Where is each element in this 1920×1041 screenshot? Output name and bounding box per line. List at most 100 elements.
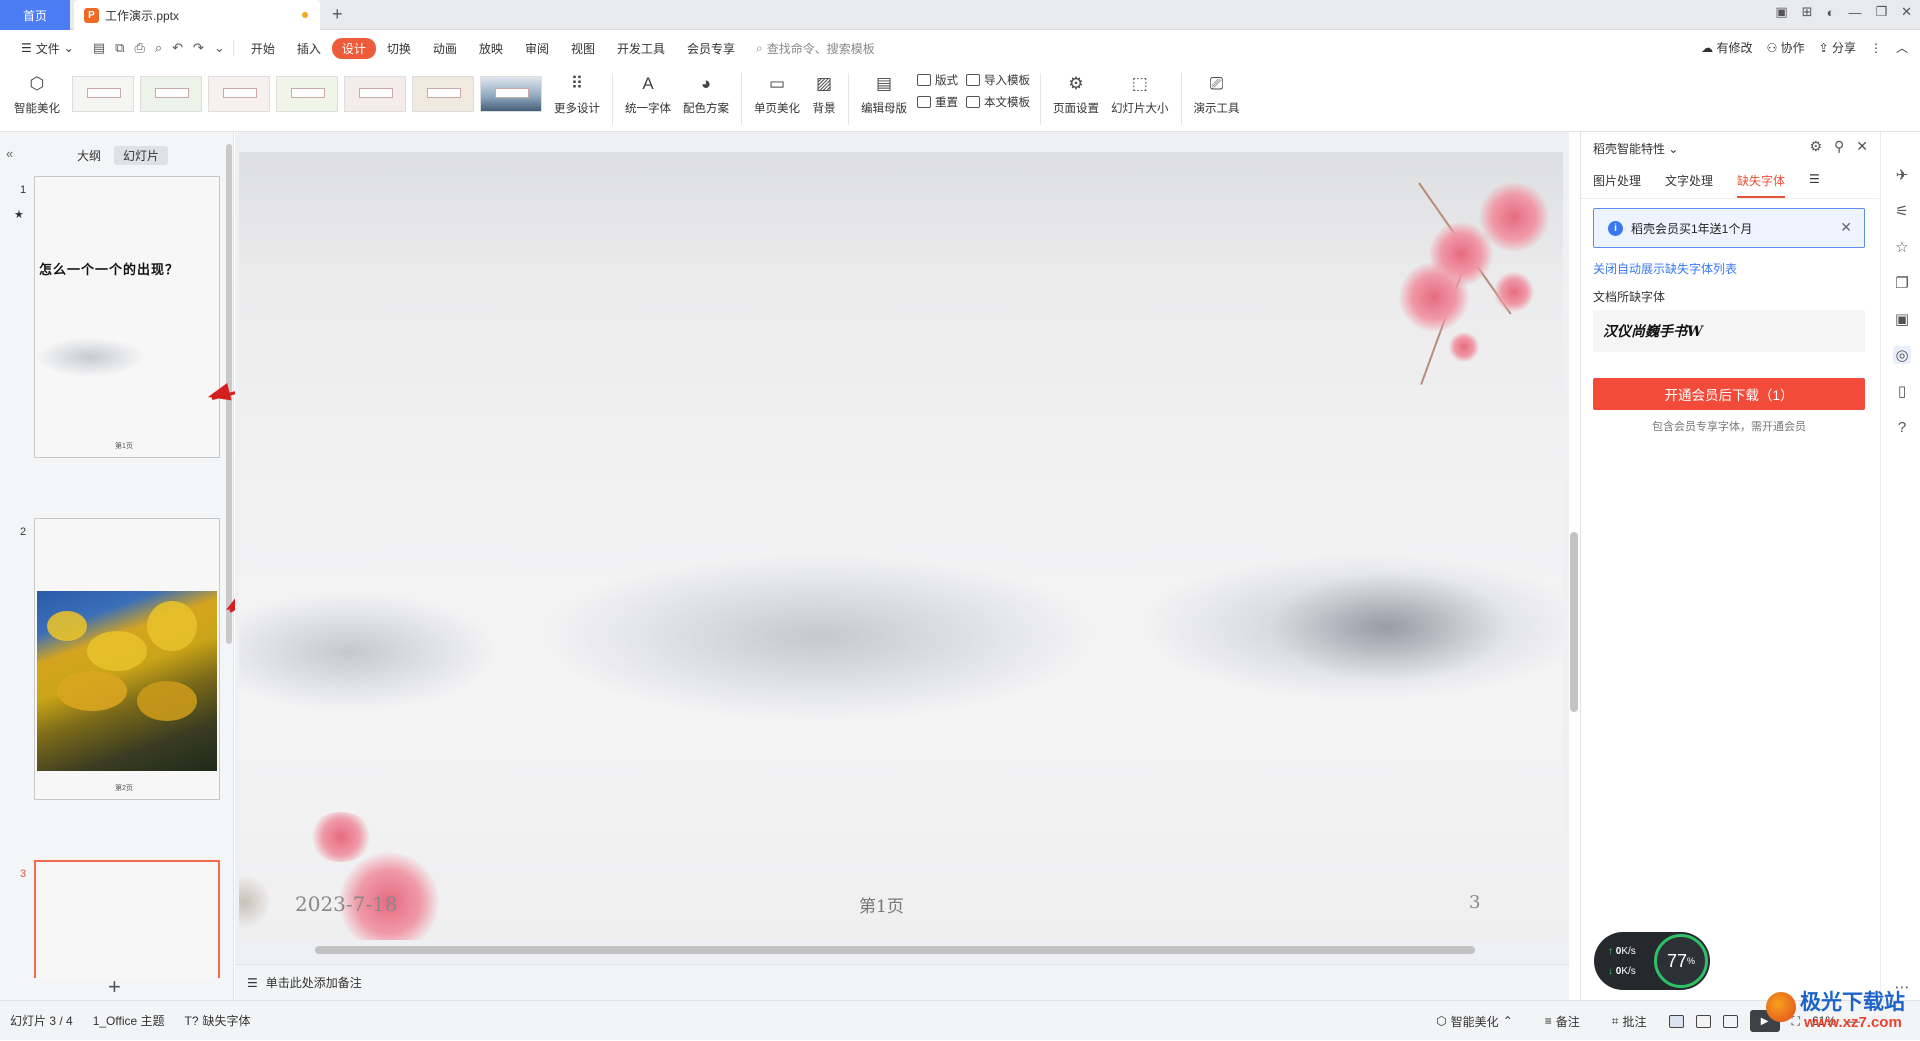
preview-icon[interactable]: ⌕ <box>155 40 162 56</box>
smart-features-icon[interactable]: ◎ <box>1893 346 1911 364</box>
rocket-icon[interactable]: ✈ <box>1893 166 1911 184</box>
slide-page-label[interactable]: 第1页 <box>859 892 904 917</box>
add-slide-button[interactable]: + <box>108 974 121 1000</box>
command-search[interactable]: ⌕ 查找命令、搜索模板 <box>756 40 875 57</box>
notes-area[interactable]: ☰ 单击此处添加备注 <box>235 964 1569 1000</box>
single-page-beautify-button[interactable]: ▭ 单页美化 <box>748 66 806 116</box>
slide-date[interactable]: 2023-7-18 <box>295 892 398 916</box>
collaborate-button[interactable]: ⚇ 协作 <box>1766 39 1804 56</box>
print-icon[interactable]: ⎙ <box>134 40 144 56</box>
more-icon[interactable]: ⌄ <box>214 40 225 56</box>
pin-icon[interactable]: ⚲ <box>1834 138 1844 155</box>
image-icon[interactable]: ▣ <box>1893 310 1911 328</box>
menu-insert[interactable]: 插入 <box>286 40 332 57</box>
settings-icon[interactable]: ⚙ <box>1809 138 1822 155</box>
help-icon[interactable]: ? <box>1893 418 1911 436</box>
smart-beautify-status[interactable]: ⬡ 智能美化 ⌃ <box>1426 1013 1523 1030</box>
tab-image-processing[interactable]: 图片处理 <box>1593 172 1641 198</box>
menu-icon[interactable]: ☰ <box>1809 172 1820 198</box>
save-icon[interactable]: ▤ <box>93 40 105 56</box>
edit-master-button[interactable]: ▤ 编辑母版 <box>855 66 913 116</box>
menu-start[interactable]: 开始 <box>240 40 286 57</box>
tab-text-processing[interactable]: 文字处理 <box>1665 172 1713 198</box>
background-button[interactable]: ▨ 背景 <box>806 66 842 116</box>
tab-missing-fonts[interactable]: 缺失字体 <box>1737 172 1786 198</box>
apps-grid-icon[interactable]: ⊞ <box>1802 4 1813 20</box>
text-template-button[interactable]: 本文模板 <box>966 94 1030 110</box>
menu-transition[interactable]: 切换 <box>376 40 422 57</box>
export-icon[interactable]: ⧉ <box>115 40 124 56</box>
slide-thumbnail-3[interactable] <box>34 860 220 978</box>
template-thumb[interactable] <box>480 76 542 112</box>
menu-review[interactable]: 审阅 <box>514 40 560 57</box>
more-design-button[interactable]: ⠿ 更多设计 <box>548 66 606 116</box>
template-thumb[interactable] <box>140 76 202 112</box>
memory-gauge[interactable]: 77% <box>1654 934 1708 988</box>
reading-view-icon[interactable] <box>1722 1014 1738 1028</box>
menu-slideshow[interactable]: 放映 <box>468 40 514 57</box>
page-setup-button[interactable]: ⚙ 页面设置 <box>1047 66 1105 116</box>
tab-outline[interactable]: 大纲 <box>68 146 110 165</box>
close-window-icon[interactable]: ✕ <box>1901 4 1912 20</box>
template-thumb[interactable] <box>344 76 406 112</box>
presentation-tools-button[interactable]: ⎚ 演示工具 <box>1188 66 1246 116</box>
tab-document[interactable]: P 工作演示.pptx <box>74 0 320 30</box>
download-after-membership-button[interactable]: 开通会员后下载（1） <box>1593 378 1865 410</box>
modified-button[interactable]: ☁ 有修改 <box>1701 39 1752 56</box>
slide-number-field[interactable]: 3 <box>1469 892 1480 913</box>
close-banner-icon[interactable]: ✕ <box>1840 219 1852 236</box>
template-thumb[interactable] <box>412 76 474 112</box>
missing-font-status[interactable]: T? 缺失字体 <box>175 1012 261 1029</box>
redo-icon[interactable]: ↷ <box>193 40 204 56</box>
new-tab-button[interactable]: + <box>332 4 343 25</box>
promo-banner[interactable]: i 稻壳会员买1年送1个月 ✕ <box>1593 208 1865 248</box>
tab-home[interactable]: 首页 <box>0 0 70 30</box>
tab-slides[interactable]: 幻灯片 <box>114 146 169 165</box>
vertical-scroll-thumb[interactable] <box>1570 532 1578 712</box>
theme-name[interactable]: 1_Office 主题 <box>83 1012 175 1029</box>
copy-icon[interactable]: ❐ <box>1893 274 1911 292</box>
menu-animation[interactable]: 动画 <box>422 40 468 57</box>
template-thumb[interactable] <box>208 76 270 112</box>
menu-design[interactable]: 设计 <box>331 37 376 59</box>
panel-title[interactable]: 稻壳智能特性 ⌄ <box>1593 140 1678 157</box>
collapse-ribbon-icon[interactable]: ︿ <box>1896 39 1908 56</box>
template-thumb[interactable] <box>276 76 338 112</box>
import-template-button[interactable]: 导入模板 <box>966 72 1030 88</box>
menu-developer[interactable]: 开发工具 <box>606 40 676 57</box>
missing-font-item[interactable]: 汉仪尚巍手书W <box>1593 310 1865 352</box>
restore-icon[interactable]: ❐ <box>1875 4 1887 20</box>
unify-font-button[interactable]: A 统一字体 <box>619 66 677 116</box>
share-button[interactable]: ⇪ 分享 <box>1819 39 1856 56</box>
menu-view[interactable]: 视图 <box>560 40 606 57</box>
horizontal-scroll-thumb[interactable] <box>315 946 1475 954</box>
smart-beautify-button[interactable]: ⬡ 智能美化 <box>8 66 66 116</box>
template-thumb[interactable] <box>72 76 134 112</box>
slide-thumbnail-2[interactable]: 第2页 <box>34 518 220 800</box>
vertical-scrollbar[interactable] <box>1569 132 1579 964</box>
notes-toggle[interactable]: ≡ 备注 <box>1535 1013 1590 1030</box>
star-pin-icon[interactable]: ☆ <box>1893 238 1911 256</box>
color-scheme-button[interactable]: ◕ 配色方案 <box>677 66 735 116</box>
layout-icon[interactable]: ▣ <box>1775 4 1787 20</box>
slide-size-button[interactable]: ⬚ 幻灯片大小 <box>1105 66 1175 116</box>
current-slide[interactable]: 2023-7-18 第1页 3 <box>239 152 1563 940</box>
sliders-icon[interactable]: ⚟ <box>1893 202 1911 220</box>
book-icon[interactable]: ▯ <box>1893 382 1911 400</box>
avatar[interactable]: ◐ <box>1827 5 1835 20</box>
menu-member[interactable]: 会员专享 <box>676 40 746 57</box>
comment-toggle[interactable]: ⌗ 批注 <box>1602 1013 1657 1030</box>
undo-icon[interactable]: ↶ <box>172 40 183 56</box>
horizontal-scrollbar[interactable] <box>245 944 1555 954</box>
slide-thumbnail-1[interactable]: 怎么一个一个的出现？ 第1页 <box>34 176 220 458</box>
more-options-icon[interactable]: ⋮ <box>1870 41 1882 55</box>
minimize-icon[interactable]: — <box>1848 5 1861 20</box>
reset-button[interactable]: 重置 <box>917 94 958 110</box>
disable-auto-show-link[interactable]: 关闭自动展示缺失字体列表 <box>1593 260 1737 277</box>
normal-view-icon[interactable] <box>1668 1014 1684 1028</box>
close-icon[interactable]: ✕ <box>1856 138 1868 155</box>
layout-button[interactable]: 版式 <box>917 72 958 88</box>
sorter-view-icon[interactable] <box>1695 1014 1711 1028</box>
collapse-panel-icon[interactable]: « <box>6 146 13 161</box>
file-menu[interactable]: ☰ 文件 ⌄ <box>10 40 85 57</box>
